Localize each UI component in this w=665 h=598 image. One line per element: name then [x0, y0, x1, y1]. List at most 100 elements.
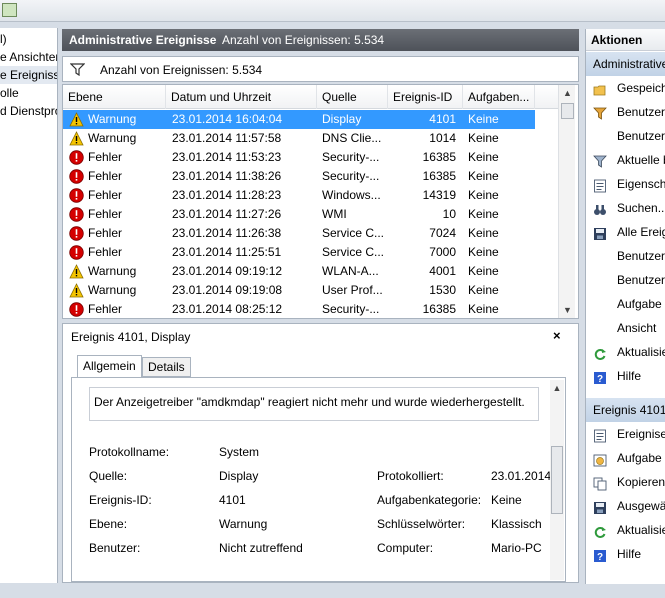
tree-item-admin-events[interactable]: e Ereignisse [0, 66, 57, 84]
cell-level: Fehler [88, 245, 123, 259]
action-item[interactable]: Benutzerd [586, 100, 665, 124]
actions-pane: Aktionen Administrative Gespeich Benutzer… [585, 29, 665, 584]
action-item[interactable]: Aufgabe d [586, 446, 665, 470]
table-row[interactable]: Fehler 23.01.2014 11:27:26 WMI 10 Keine [63, 205, 535, 224]
logged-value: 23.01.2014 [491, 469, 552, 483]
action-item[interactable]: Aktualisie [586, 518, 665, 542]
action-item[interactable]: Alle Ereig [586, 220, 665, 244]
cell-level: Fehler [88, 150, 123, 164]
filter-icon [593, 153, 607, 168]
action-item[interactable]: Ereigniseig [586, 422, 665, 446]
action-label: Aktualisie [617, 345, 665, 359]
action-label: Benutzerd [617, 105, 665, 119]
actions-section-event[interactable]: Ereignis 4101, [586, 398, 665, 422]
table-row[interactable]: Warnung 23.01.2014 11:57:58 DNS Clie... 101… [63, 129, 535, 148]
keywords-label: Schlüsselwörter: [377, 517, 466, 531]
action-item[interactable]: Suchen... [586, 196, 665, 220]
tree-item-custom-views[interactable]: e Ansichten [0, 48, 57, 66]
column-header-task[interactable]: Aufgaben... [463, 85, 535, 109]
cell-event-id: 1530 [429, 283, 456, 297]
table-row[interactable]: Warnung 23.01.2014 09:19:12 WLAN-A... 4001 K… [63, 262, 535, 281]
cell-date: 23.01.2014 09:19:12 [172, 264, 283, 278]
error-icon [69, 207, 84, 222]
cell-source: WMI [322, 207, 347, 221]
action-item[interactable]: Kopieren [586, 470, 665, 494]
scroll-up-icon[interactable]: ▲ [559, 85, 576, 101]
cell-level: Warnung [88, 283, 137, 297]
cell-date: 23.01.2014 11:53:23 [172, 150, 282, 164]
tree-item-app-services[interactable]: d Dienstpro [0, 102, 57, 120]
action-item[interactable]: Ansicht [586, 316, 665, 340]
filter-count: Anzahl von Ereignissen: 5.534 [100, 63, 263, 77]
table-row[interactable]: Fehler 23.01.2014 11:53:23 Security-... 163… [63, 148, 535, 167]
navigation-tree[interactable]: l) e Ansichten e Ereignisse olle d Diens… [0, 28, 58, 583]
cell-source: Security-... [322, 150, 380, 164]
table-row[interactable]: Fehler 23.01.2014 11:28:23 Windows... 14319… [63, 186, 535, 205]
warning-icon [69, 283, 84, 298]
tree-item-roles[interactable]: olle [0, 84, 19, 102]
actions-section-admin[interactable]: Administrative [586, 52, 665, 76]
app-icon [2, 3, 17, 17]
cell-task: Keine [468, 283, 499, 297]
action-label: Aufgabe [617, 297, 662, 311]
table-row[interactable]: Fehler 23.01.2014 11:26:38 Service C... 702… [63, 224, 535, 243]
events-grid[interactable]: Ebene Datum und Uhrzeit Quelle Ereignis-… [62, 84, 579, 319]
user-value: Nicht zutreffend [219, 541, 303, 555]
scroll-thumb[interactable] [551, 446, 563, 514]
action-label: Ausgewäh [617, 499, 665, 513]
error-icon [69, 302, 84, 317]
column-header-event-id[interactable]: Ereignis-ID [388, 85, 463, 109]
help-icon: ? [593, 547, 607, 563]
tab-general[interactable]: Allgemein [77, 355, 142, 378]
table-row[interactable]: Fehler 23.01.2014 11:38:26 Security-... 163… [63, 167, 535, 186]
cell-task: Keine [468, 245, 499, 259]
table-row[interactable]: Warnung 23.01.2014 09:19:08 User Prof... 15… [63, 281, 535, 300]
cell-source: WLAN-A... [322, 264, 379, 278]
filter-bar: Anzahl von Ereignissen: 5.534 [62, 56, 579, 82]
open-folder-icon [593, 81, 607, 96]
status-area [0, 584, 665, 598]
column-header-source[interactable]: Quelle [317, 85, 388, 109]
action-item[interactable]: Aktuelle b [586, 148, 665, 172]
cell-level: Warnung [88, 131, 137, 145]
table-row[interactable]: Fehler 23.01.2014 11:25:51 Service C... 700… [63, 243, 535, 262]
scroll-up-icon[interactable]: ▲ [550, 380, 564, 396]
action-item[interactable]: ? Hilfe [586, 364, 665, 388]
action-item[interactable]: Aktualisie [586, 340, 665, 364]
action-item[interactable]: Gespeich [586, 76, 665, 100]
action-item[interactable]: Benutzerd [586, 268, 665, 292]
cell-source: User Prof... [322, 283, 383, 297]
detail-scrollbar[interactable]: ▲ [550, 380, 564, 580]
help-icon: ? [593, 369, 607, 385]
close-icon[interactable]: × [553, 328, 561, 343]
cell-level: Fehler [88, 169, 123, 183]
tree-item-logs[interactable]: l) [0, 30, 7, 48]
action-item[interactable]: ? Hilfe [586, 542, 665, 566]
cell-source: Windows... [322, 188, 381, 202]
scroll-thumb[interactable] [561, 103, 574, 119]
cell-event-id: 16385 [422, 150, 456, 164]
column-header-date[interactable]: Datum und Uhrzeit [166, 85, 317, 109]
column-header-level[interactable]: Ebene [63, 85, 166, 109]
action-item[interactable]: Benutzerd [586, 124, 665, 148]
cell-event-id: 1014 [429, 131, 456, 145]
table-row[interactable]: Fehler 23.01.2014 08:25:12 Security-... 163… [63, 300, 535, 318]
task-category-value: Keine [491, 493, 522, 507]
title-bar [0, 0, 665, 22]
tab-details[interactable]: Details [142, 357, 191, 377]
cell-date: 23.01.2014 11:26:38 [172, 226, 282, 240]
table-row[interactable]: Warnung 23.01.2014 16:04:04 Display 4101 Kei… [63, 110, 535, 129]
cell-event-id: 7024 [429, 226, 456, 240]
action-item[interactable]: Ausgewäh [586, 494, 665, 518]
level-label: Ebene: [89, 517, 128, 531]
event-id-value: 4101 [219, 493, 246, 507]
action-item[interactable]: Aufgabe [586, 292, 665, 316]
scroll-down-icon[interactable]: ▼ [559, 302, 576, 318]
error-icon [69, 169, 84, 184]
center-header: Administrative Ereignisse Anzahl von Ere… [62, 29, 579, 51]
vertical-scrollbar[interactable]: ▲ ▼ [558, 85, 575, 318]
action-item[interactable]: Benutzerd [586, 244, 665, 268]
action-item[interactable]: Eigenscha [586, 172, 665, 196]
cell-level: Warnung [88, 264, 137, 278]
cell-date: 23.01.2014 11:27:26 [172, 207, 282, 221]
